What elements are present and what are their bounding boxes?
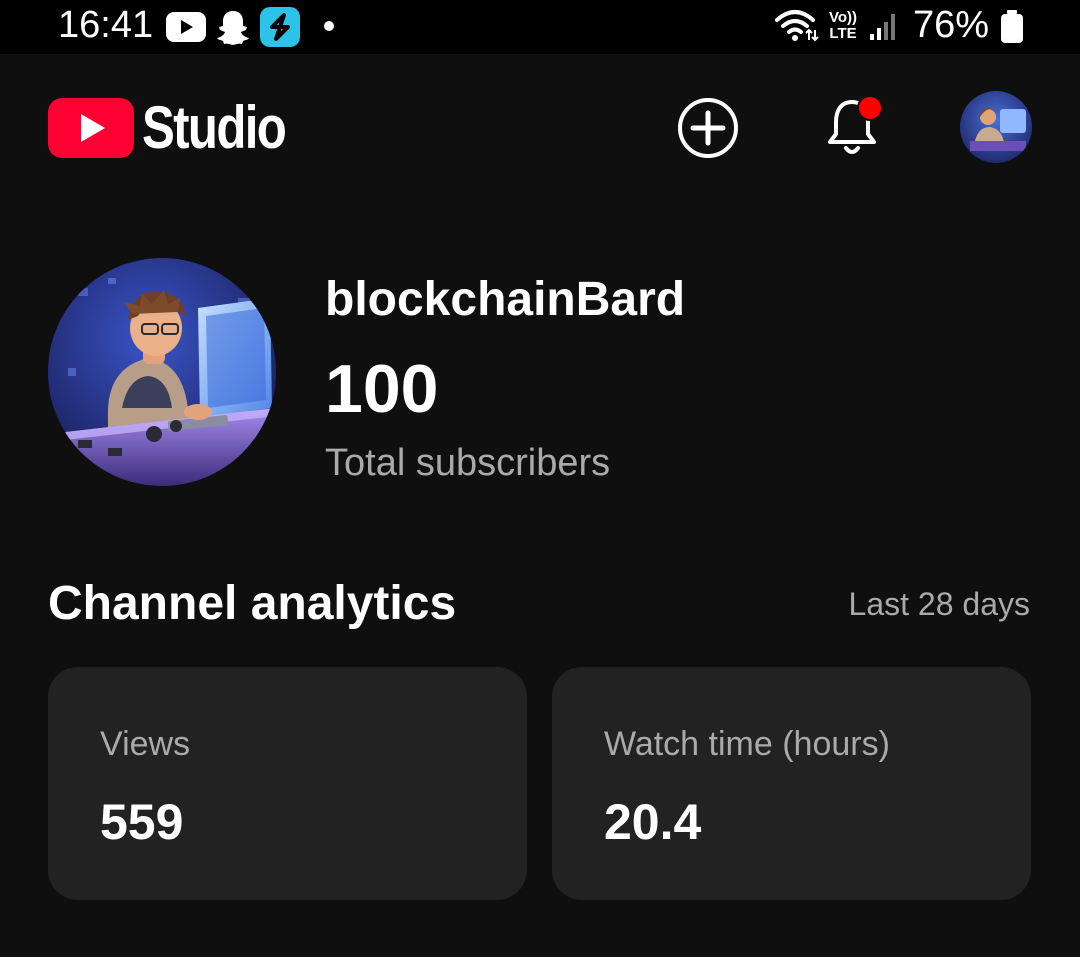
channel-avatar[interactable] — [48, 258, 276, 486]
battery-icon — [1001, 10, 1023, 43]
volte-indicator: Vo)) LTE — [826, 10, 860, 42]
youtube-notification-icon — [166, 12, 206, 42]
app-title: Studio — [142, 94, 287, 161]
notifications-bell-icon[interactable] — [822, 94, 886, 160]
watch-time-card[interactable]: Watch time (hours) 20.4 — [552, 667, 1031, 900]
watch-time-label: Watch time (hours) — [604, 725, 890, 763]
app-s-notification-icon — [260, 7, 300, 47]
views-card[interactable]: Views 559 — [48, 667, 527, 900]
account-avatar[interactable] — [960, 91, 1032, 163]
notification-badge — [857, 95, 883, 121]
views-label: Views — [100, 725, 191, 763]
status-time: 16:41 — [58, 4, 154, 46]
analytics-title: Channel analytics — [48, 577, 457, 630]
volte-top-label: Vo)) — [828, 9, 858, 26]
status-bar: 16:41 Vo)) LTE 76% — [0, 0, 1080, 54]
snapchat-notification-icon — [217, 11, 249, 45]
subscriber-label: Total subscribers — [325, 442, 611, 484]
signal-icon — [870, 14, 895, 40]
views-value: 559 — [100, 794, 184, 850]
create-button[interactable] — [676, 96, 740, 160]
channel-name: blockchainBard — [325, 273, 686, 326]
battery-percent: 76% — [913, 4, 990, 46]
analytics-period: Last 28 days — [848, 586, 1030, 622]
wifi-icon — [775, 10, 819, 42]
youtube-logo-icon — [48, 98, 134, 158]
dot-icon — [324, 21, 334, 31]
volte-bottom-label: LTE — [829, 25, 857, 42]
watch-time-value: 20.4 — [604, 794, 702, 850]
subscriber-count: 100 — [325, 351, 439, 427]
